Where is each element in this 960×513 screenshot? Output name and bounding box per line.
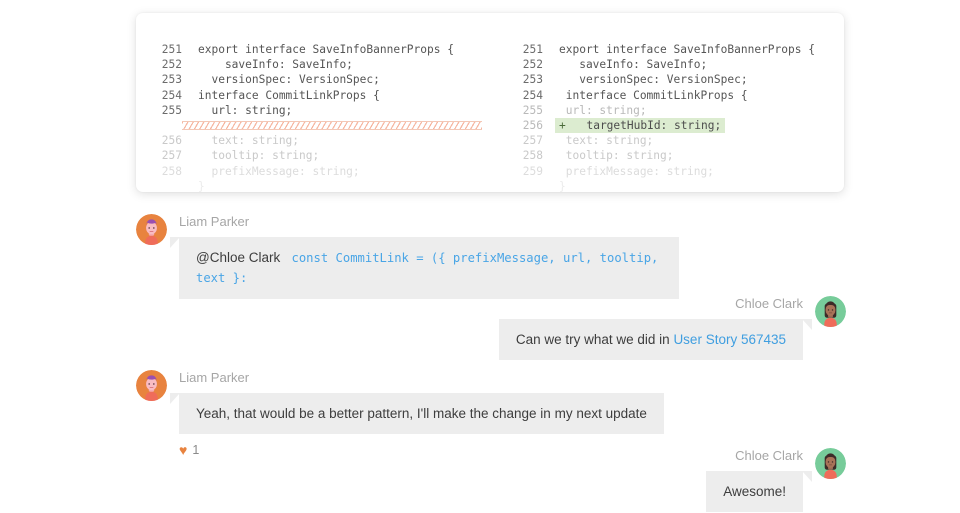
line-number: 254 [497, 88, 559, 103]
comment-body: Liam Parker Yeah, that would be a better … [179, 370, 664, 457]
code-line: 252 saveInfo: SaveInfo; [136, 57, 490, 72]
avatar-chloe-image [815, 296, 846, 327]
code-line: 259 prefixMessage: string; [490, 164, 844, 179]
code-line-added: 256+ targetHubId: string; [490, 118, 844, 133]
avatar-liam[interactable] [136, 370, 167, 401]
code-text: export interface SaveInfoBannerProps { [198, 42, 490, 57]
code-text: + targetHubId: string; [559, 118, 844, 133]
code-line: 251export interface SaveInfoBannerProps … [136, 42, 490, 57]
code-text: versionSpec: VersionSpec; [559, 72, 844, 87]
code-line: 255 url: string; [136, 103, 490, 118]
avatar-liam-image [136, 214, 167, 245]
code-line: 255 url: string; [490, 103, 844, 118]
code-line: 254interface CommitLinkProps { [136, 88, 490, 103]
code-line: 251export interface SaveInfoBannerProps … [490, 42, 844, 57]
omitted-lines-bar [182, 121, 482, 130]
diff-panes: 251export interface SaveInfoBannerProps … [136, 13, 844, 192]
line-number: 254 [136, 88, 198, 103]
comment-body: Liam Parker @Chloe Clark const CommitLink… [179, 214, 679, 299]
code-line: 258 tooltip: string; [490, 148, 844, 163]
line-number: 257 [136, 148, 198, 163]
line-number: 258 [136, 164, 198, 179]
code-line: 253 versionSpec: VersionSpec; [490, 72, 844, 87]
comment-row: Chloe Clark Awesome! [706, 448, 846, 512]
line-number: 251 [497, 42, 559, 57]
code-text: saveInfo: SaveInfo; [559, 57, 844, 72]
comment-text: Yeah, that would be a better pattern, I'… [196, 406, 647, 421]
code-line: 254 interface CommitLinkProps { [490, 88, 844, 103]
comment-row: Liam Parker @Chloe Clark const CommitLink… [136, 214, 679, 299]
heart-icon[interactable]: ♥ [179, 443, 187, 457]
line-number: 255 [136, 103, 198, 118]
avatar-chloe-image [815, 448, 846, 479]
line-number: 256 [497, 118, 559, 133]
comment-3: Liam Parker Yeah, that would be a better … [136, 370, 664, 457]
code-text: text: string; [559, 133, 844, 148]
mention-chip[interactable]: @Chloe Clark [196, 250, 280, 265]
code-text: prefixMessage: string; [198, 164, 490, 179]
code-line: } [490, 179, 844, 192]
comment-4: Chloe Clark Awesome! [706, 448, 846, 512]
diff-pane-modified: 251export interface SaveInfoBannerProps … [490, 13, 844, 192]
work-item-link[interactable]: User Story 567435 [673, 332, 786, 347]
code-diff-card: 251export interface SaveInfoBannerProps … [136, 13, 844, 192]
comment-author: Chloe Clark [735, 448, 803, 464]
code-line: 258 prefixMessage: string; [136, 164, 490, 179]
code-text: interface CommitLinkProps { [559, 88, 844, 103]
omitted-lines-indicator [136, 118, 490, 133]
comment-bubble[interactable]: @Chloe Clark const CommitLink = ({ prefi… [179, 237, 679, 299]
avatar-chloe[interactable] [815, 296, 846, 327]
code-text: interface CommitLinkProps { [198, 88, 490, 103]
comment-2: Chloe Clark Can we try what we did in Use… [499, 296, 846, 360]
code-text: tooltip: string; [198, 148, 490, 163]
line-number: 256 [136, 133, 198, 148]
comment-1: Liam Parker @Chloe Clark const CommitLink… [136, 214, 679, 299]
comment-author: Liam Parker [179, 370, 249, 386]
comment-bubble[interactable]: Yeah, that would be a better pattern, I'… [179, 393, 664, 434]
code-text: } [559, 179, 844, 192]
avatar-liam-image [136, 370, 167, 401]
comment-author: Chloe Clark [735, 296, 803, 312]
code-line: 256 text: string; [136, 133, 490, 148]
line-number: 252 [497, 57, 559, 72]
comment-row: Chloe Clark Can we try what we did in Use… [499, 296, 846, 360]
added-marker: + [559, 118, 573, 133]
reaction-count: 1 [192, 443, 199, 457]
code-text: export interface SaveInfoBannerProps { [559, 42, 844, 57]
code-text: url: string; [198, 103, 490, 118]
code-text: url: string; [559, 103, 844, 118]
code-line: 252 saveInfo: SaveInfo; [490, 57, 844, 72]
line-number: 251 [136, 42, 198, 57]
line-number: 258 [497, 148, 559, 163]
code-text: prefixMessage: string; [559, 164, 844, 179]
code-text: tooltip: string; [559, 148, 844, 163]
line-number: 253 [136, 72, 198, 87]
reaction-bar[interactable]: ♥1 [179, 443, 199, 457]
code-line: 257 tooltip: string; [136, 148, 490, 163]
code-line: 257 text: string; [490, 133, 844, 148]
line-number: 257 [497, 133, 559, 148]
line-number: 255 [497, 103, 559, 118]
code-line: } [136, 179, 490, 192]
avatar-liam[interactable] [136, 214, 167, 245]
comment-author: Liam Parker [179, 214, 249, 230]
avatar-chloe[interactable] [815, 448, 846, 479]
comment-row: Liam Parker Yeah, that would be a better … [136, 370, 664, 457]
comment-text: Awesome! [723, 484, 786, 499]
code-text: versionSpec: VersionSpec; [198, 72, 490, 87]
comment-bubble[interactable]: Awesome! [706, 471, 803, 512]
code-line: 253 versionSpec: VersionSpec; [136, 72, 490, 87]
code-text: } [198, 179, 490, 192]
line-number: 252 [136, 57, 198, 72]
diff-pane-original: 251export interface SaveInfoBannerProps … [136, 13, 490, 192]
code-text: text: string; [198, 133, 490, 148]
comment-text: Can we try what we did in [516, 332, 674, 347]
line-number: 253 [497, 72, 559, 87]
line-number: 259 [497, 164, 559, 179]
comment-bubble[interactable]: Can we try what we did in User Story 567… [499, 319, 803, 360]
comment-body: Chloe Clark Can we try what we did in Use… [499, 296, 803, 360]
code-text: saveInfo: SaveInfo; [198, 57, 490, 72]
comment-body: Chloe Clark Awesome! [706, 448, 803, 512]
